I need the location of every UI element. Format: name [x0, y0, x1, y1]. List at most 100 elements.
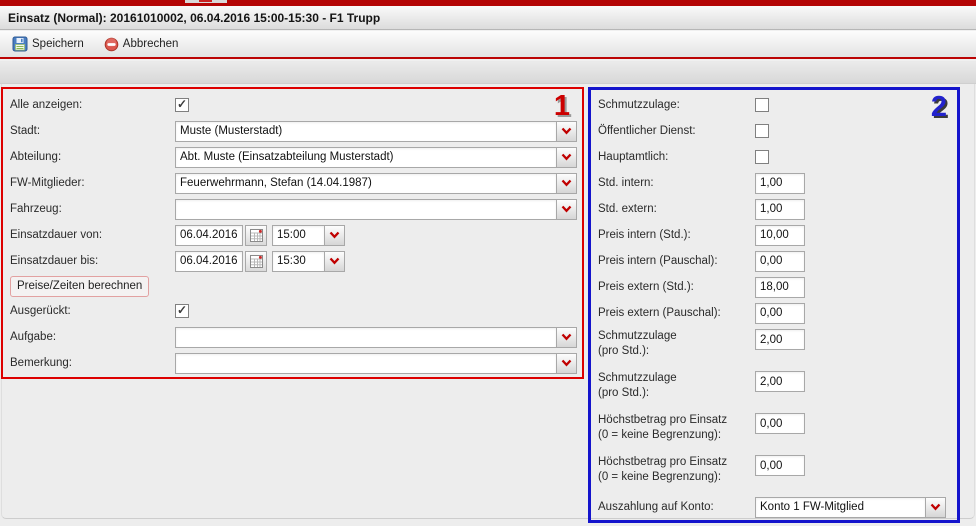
- auszahlung-konto-dropdown-trigger[interactable]: [925, 497, 946, 518]
- std-extern-label: Std. extern:: [593, 202, 755, 217]
- window-titlebar: Einsatz (Normal): 20161010002, 06.04.201…: [0, 6, 976, 30]
- oeffentlicher-dienst-row: Öffentlicher Dienst:: [593, 118, 953, 144]
- hauptamtlich-checkbox[interactable]: [755, 150, 769, 164]
- calendar-icon: [250, 229, 263, 242]
- stadt-combobox[interactable]: [175, 121, 577, 142]
- schmutzzulage-checkbox[interactable]: [755, 98, 769, 112]
- main-toolbar: Speichern Abbrechen: [0, 31, 976, 59]
- window-tab-notch: [185, 0, 227, 3]
- preis-intern-pauschal-input[interactable]: [755, 251, 805, 272]
- chevron-down-icon: [561, 333, 572, 341]
- save-button-label: Speichern: [32, 38, 84, 50]
- chevron-down-icon: [930, 503, 941, 511]
- fw-mitglieder-row: FW-Mitglieder:: [5, 170, 580, 196]
- aufgabe-combobox[interactable]: [175, 327, 577, 348]
- hoechstbetrag-input-2[interactable]: [755, 455, 805, 476]
- floppy-disk-icon: [12, 36, 28, 52]
- dauer-von-time-trigger[interactable]: [324, 225, 345, 246]
- berechnen-row: Preise/Zeiten berechnen: [5, 274, 580, 298]
- dauer-von-time-combobox[interactable]: [272, 225, 345, 246]
- einsatzdauer-von-row: Einsatzdauer von:: [5, 222, 580, 248]
- dauer-bis-time-input[interactable]: [272, 251, 324, 272]
- secondary-toolbar: [0, 61, 976, 84]
- hauptamtlich-row: Hauptamtlich:: [593, 144, 953, 170]
- oeffentlicher-dienst-checkbox[interactable]: [755, 124, 769, 138]
- fw-mitglieder-label: FW-Mitglieder:: [5, 177, 175, 189]
- fw-mitglieder-input[interactable]: [175, 173, 556, 194]
- schmutzzulage-std-label-2: Schmutzzulage (pro Std.):: [593, 371, 755, 401]
- hauptamtlich-label: Hauptamtlich:: [593, 150, 755, 165]
- preise-zeiten-berechnen-button[interactable]: Preise/Zeiten berechnen: [10, 276, 149, 297]
- auszahlung-konto-row: Auszahlung auf Konto:: [593, 494, 953, 520]
- std-extern-input[interactable]: [755, 199, 805, 220]
- cancel-button[interactable]: Abbrechen: [98, 33, 185, 56]
- preis-extern-pauschal-input[interactable]: [755, 303, 805, 324]
- schmutzzulage-std-input-2[interactable]: [755, 371, 805, 392]
- preis-intern-std-input[interactable]: [755, 225, 805, 246]
- preis-intern-pauschal-row: Preis intern (Pauschal):: [593, 248, 953, 274]
- dauer-bis-time-combobox[interactable]: [272, 251, 345, 272]
- fahrzeug-label: Fahrzeug:: [5, 203, 175, 215]
- fahrzeug-combobox[interactable]: [175, 199, 577, 220]
- abteilung-dropdown-trigger[interactable]: [556, 147, 577, 168]
- std-intern-label: Std. intern:: [593, 176, 755, 191]
- calendar-icon: [250, 255, 263, 268]
- dauer-von-date-input[interactable]: [175, 225, 243, 246]
- bemerkung-row: Bemerkung:: [5, 350, 580, 376]
- hoechstbetrag-input-1[interactable]: [755, 413, 805, 434]
- dauer-von-time-input[interactable]: [272, 225, 324, 246]
- chevron-down-icon: [561, 127, 572, 135]
- auszahlung-konto-input[interactable]: [755, 497, 925, 518]
- oeffentlicher-dienst-label: Öffentlicher Dienst:: [593, 124, 755, 139]
- stadt-dropdown-trigger[interactable]: [556, 121, 577, 142]
- einsatzdauer-von-label: Einsatzdauer von:: [5, 229, 175, 241]
- fahrzeug-dropdown-trigger[interactable]: [556, 199, 577, 220]
- hoechstbetrag-label-1: Höchstbetrag pro Einsatz (0 = keine Begr…: [593, 413, 755, 443]
- aufgabe-label: Aufgabe:: [5, 331, 175, 343]
- preis-extern-std-label: Preis extern (Std.):: [593, 280, 755, 295]
- bemerkung-combobox[interactable]: [175, 353, 577, 374]
- fw-mitglieder-combobox[interactable]: [175, 173, 577, 194]
- alle-anzeigen-row: Alle anzeigen: ✓: [5, 92, 580, 118]
- page-title: Einsatz (Normal): 20161010002, 06.04.201…: [8, 11, 380, 25]
- preis-extern-std-input[interactable]: [755, 277, 805, 298]
- ausgerueckt-row: Ausgerückt: ✓: [5, 298, 580, 324]
- schmutzzulage-cb-label: Schmutzzulage:: [593, 98, 755, 113]
- aufgabe-dropdown-trigger[interactable]: [556, 327, 577, 348]
- fahrzeug-input[interactable]: [175, 199, 556, 220]
- aufgabe-input[interactable]: [175, 327, 556, 348]
- chevron-down-icon: [561, 179, 572, 187]
- stadt-input[interactable]: [175, 121, 556, 142]
- bemerkung-label: Bemerkung:: [5, 357, 175, 369]
- chevron-down-icon: [329, 257, 340, 265]
- checkmark-icon: ✓: [177, 304, 187, 316]
- save-button[interactable]: Speichern: [6, 32, 90, 56]
- std-intern-row: Std. intern:: [593, 170, 953, 196]
- dauer-bis-calendar-button[interactable]: [245, 251, 267, 272]
- schmutzzulage-cb-row: Schmutzzulage:: [593, 92, 953, 118]
- preis-extern-pauschal-label: Preis extern (Pauschal):: [593, 306, 755, 321]
- hoechstbetrag-label-2: Höchstbetrag pro Einsatz (0 = keine Begr…: [593, 455, 755, 485]
- ausgerueckt-checkbox[interactable]: ✓: [175, 304, 189, 318]
- bemerkung-input[interactable]: [175, 353, 556, 374]
- auszahlung-konto-combobox[interactable]: [755, 497, 946, 518]
- std-intern-input[interactable]: [755, 173, 805, 194]
- chevron-down-icon: [561, 359, 572, 367]
- ausgerueckt-label: Ausgerückt:: [5, 305, 175, 317]
- stadt-label: Stadt:: [5, 125, 175, 137]
- abrechnung-panel: 2 Schmutzzulage: Öffentlicher Dienst: Ha…: [588, 87, 960, 523]
- fw-mitglieder-dropdown-trigger[interactable]: [556, 173, 577, 194]
- dauer-von-calendar-button[interactable]: [245, 225, 267, 246]
- checkmark-icon: ✓: [177, 98, 187, 110]
- einsatzdauer-bis-label: Einsatzdauer bis:: [5, 255, 175, 267]
- dauer-bis-date-input[interactable]: [175, 251, 243, 272]
- einsatz-details-panel: 1 Alle anzeigen: ✓ Stadt: Abteilung: FW-…: [1, 87, 584, 379]
- abteilung-combobox[interactable]: [175, 147, 577, 168]
- chevron-down-icon: [561, 205, 572, 213]
- chevron-down-icon: [329, 231, 340, 239]
- abteilung-input[interactable]: [175, 147, 556, 168]
- alle-anzeigen-checkbox[interactable]: ✓: [175, 98, 189, 112]
- bemerkung-dropdown-trigger[interactable]: [556, 353, 577, 374]
- dauer-bis-time-trigger[interactable]: [324, 251, 345, 272]
- schmutzzulage-std-input-1[interactable]: [755, 329, 805, 350]
